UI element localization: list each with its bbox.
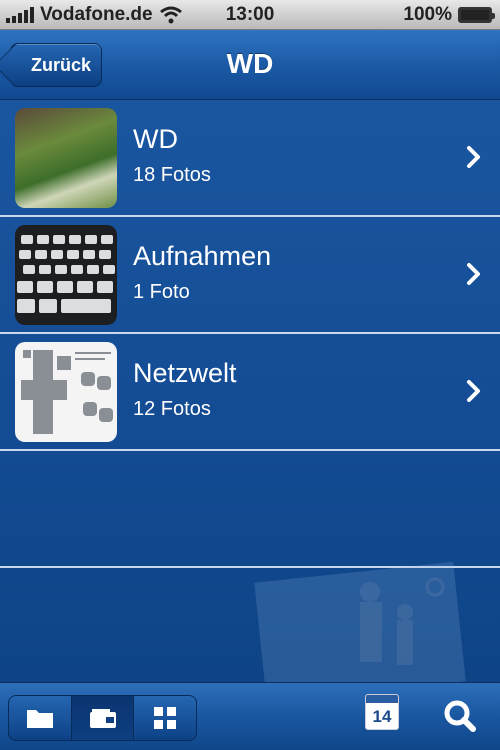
calendar-day: 14 [372,707,392,726]
background-artwork [254,561,466,682]
search-button[interactable] [437,693,483,739]
chevron-right-icon [467,146,480,168]
grid-view-button[interactable] [134,696,196,740]
album-title: Aufnahmen [133,241,272,271]
battery-percent: 100% [403,4,452,25]
album-list: WD 18 Fotos Aufnahmen 1 Foto Netzwelt 12… [0,100,500,682]
album-count: 18 Fotos [133,164,211,186]
navigation-bar: Zurück WD [0,30,500,100]
view-mode-segmented-control [8,695,197,741]
wallet-icon [89,709,116,728]
battery-group: 100% [403,4,495,26]
album-row-netzwelt[interactable]: Netzwelt 12 Fotos [0,334,500,451]
chevron-right-icon [467,263,480,285]
album-count: 12 Fotos [133,398,211,420]
folder-icon [26,710,53,728]
album-thumbnail [15,342,117,442]
album-thumbnail [15,225,117,325]
search-icon [444,700,476,732]
bottom-toolbar: 14 [0,682,500,750]
chevron-right-icon [467,380,480,402]
folder-view-button[interactable] [9,696,72,740]
status-bar: Vodafone.de 13:00 100% [0,0,500,30]
empty-row [0,451,500,568]
battery-icon [458,7,495,23]
album-row-aufnahmen[interactable]: Aufnahmen 1 Foto [0,217,500,334]
album-count: 1 Foto [133,281,190,303]
album-title: WD [133,124,178,154]
grid-icon [154,707,177,729]
album-thumbnail [15,108,117,208]
back-button-label: Zurück [30,54,91,75]
album-row-wd[interactable]: WD 18 Fotos [0,100,500,217]
calendar-icon[interactable]: 14 [365,694,399,730]
album-view-button[interactable] [71,696,135,740]
album-title: Netzwelt [133,358,237,388]
